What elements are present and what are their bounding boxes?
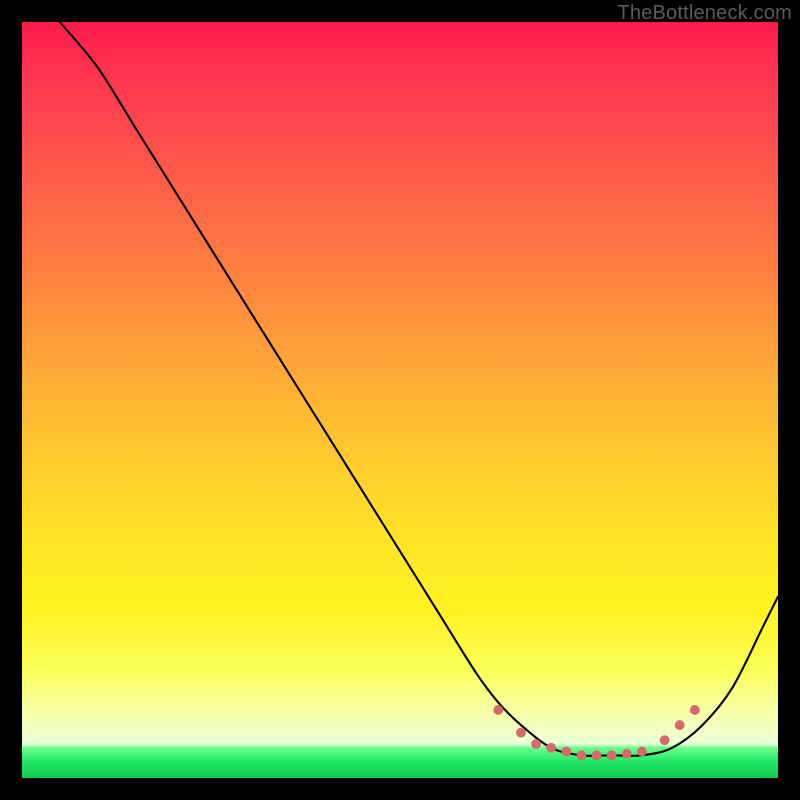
marker-dot bbox=[592, 750, 602, 760]
marker-dot bbox=[561, 747, 571, 757]
marker-dot bbox=[607, 750, 617, 760]
marker-dot bbox=[493, 705, 503, 715]
chart-svg bbox=[22, 22, 778, 778]
marker-dot bbox=[675, 720, 685, 730]
marker-dot bbox=[690, 705, 700, 715]
marker-dot bbox=[622, 749, 632, 759]
marker-dot bbox=[660, 735, 670, 745]
marker-dot bbox=[516, 728, 526, 738]
marker-dot bbox=[577, 750, 587, 760]
chart-stage: TheBottleneck.com bbox=[0, 0, 800, 800]
marker-dot bbox=[531, 739, 541, 749]
bottleneck-curve bbox=[60, 22, 778, 756]
flat-region-markers bbox=[493, 705, 699, 760]
plot-area bbox=[22, 22, 778, 778]
marker-dot bbox=[637, 747, 647, 757]
marker-dot bbox=[546, 743, 556, 753]
